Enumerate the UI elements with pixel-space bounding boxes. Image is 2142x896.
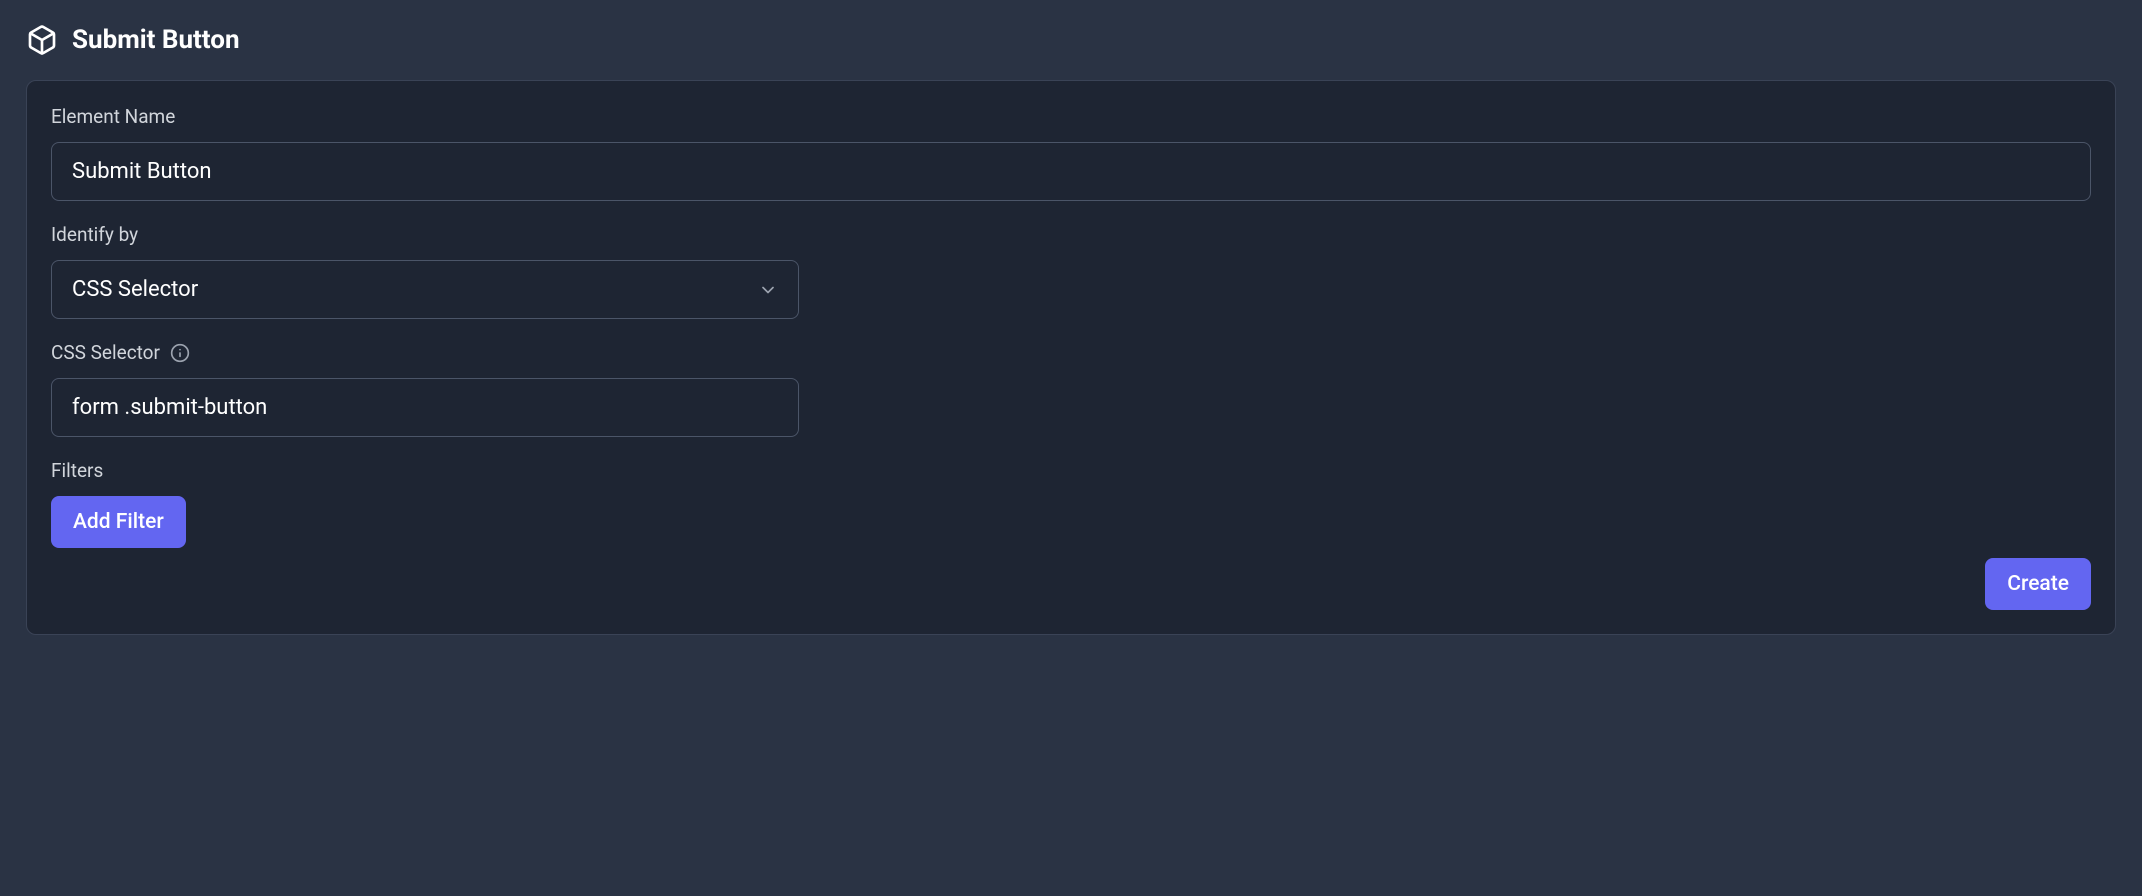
element-name-field: Element Name xyxy=(51,105,2091,201)
panel-header: Submit Button xyxy=(26,24,2116,56)
info-icon[interactable] xyxy=(170,343,190,363)
identify-by-label: Identify by xyxy=(51,223,2091,246)
css-selector-label-text: CSS Selector xyxy=(51,341,160,364)
element-name-label: Element Name xyxy=(51,105,2091,128)
add-filter-button[interactable]: Add Filter xyxy=(51,496,186,548)
identify-by-value: CSS Selector xyxy=(72,277,198,302)
identify-by-field: Identify by CSS Selector xyxy=(51,223,2091,319)
box-icon xyxy=(26,24,58,56)
css-selector-input[interactable] xyxy=(51,378,799,437)
form-footer: Create xyxy=(51,558,2091,610)
create-button[interactable]: Create xyxy=(1985,558,2091,610)
element-editor-panel: Submit Button Element Name Identify by C… xyxy=(0,0,2142,659)
filters-field: Filters Add Filter xyxy=(51,459,2091,548)
identify-by-select[interactable]: CSS Selector xyxy=(51,260,799,319)
css-selector-label: CSS Selector xyxy=(51,341,2091,364)
filters-label: Filters xyxy=(51,459,2091,482)
chevron-down-icon xyxy=(758,280,778,300)
panel-title: Submit Button xyxy=(72,25,240,55)
css-selector-field: CSS Selector xyxy=(51,341,2091,437)
element-name-input[interactable] xyxy=(51,142,2091,201)
form-card: Element Name Identify by CSS Selector CS… xyxy=(26,80,2116,635)
